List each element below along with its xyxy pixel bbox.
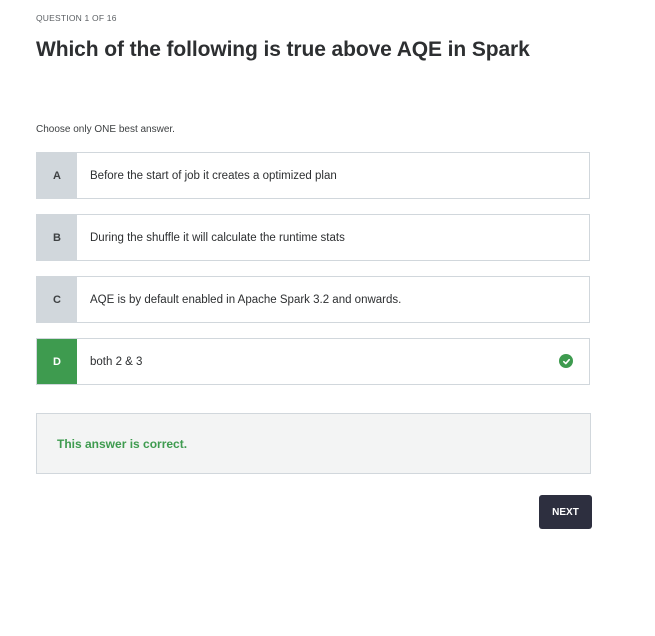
answer-feedback: This answer is correct. (36, 413, 591, 474)
feedback-text: This answer is correct. (57, 436, 188, 451)
option-letter-d: D (37, 339, 77, 384)
answer-option-b[interactable]: B During the shuffle it will calculate t… (36, 214, 590, 261)
option-letter-b: B (37, 215, 77, 260)
answer-option-a[interactable]: A Before the start of job it creates a o… (36, 152, 590, 199)
option-text-a: Before the start of job it creates a opt… (90, 169, 337, 182)
answer-instruction: Choose only ONE best answer. (36, 124, 175, 135)
option-text-c: AQE is by default enabled in Apache Spar… (90, 293, 402, 306)
option-text-d: both 2 & 3 (90, 355, 143, 368)
question-counter: QUESTION 1 OF 16 (36, 13, 117, 23)
next-button[interactable]: NEXT (539, 495, 592, 529)
answer-option-d[interactable]: D both 2 & 3 (36, 338, 590, 385)
check-circle-icon (559, 354, 573, 368)
option-letter-a: A (37, 153, 77, 198)
answer-option-c[interactable]: C AQE is by default enabled in Apache Sp… (36, 276, 590, 323)
option-letter-c: C (37, 277, 77, 322)
option-text-b: During the shuffle it will calculate the… (90, 231, 345, 244)
question-title: Which of the following is true above AQE… (36, 38, 530, 61)
